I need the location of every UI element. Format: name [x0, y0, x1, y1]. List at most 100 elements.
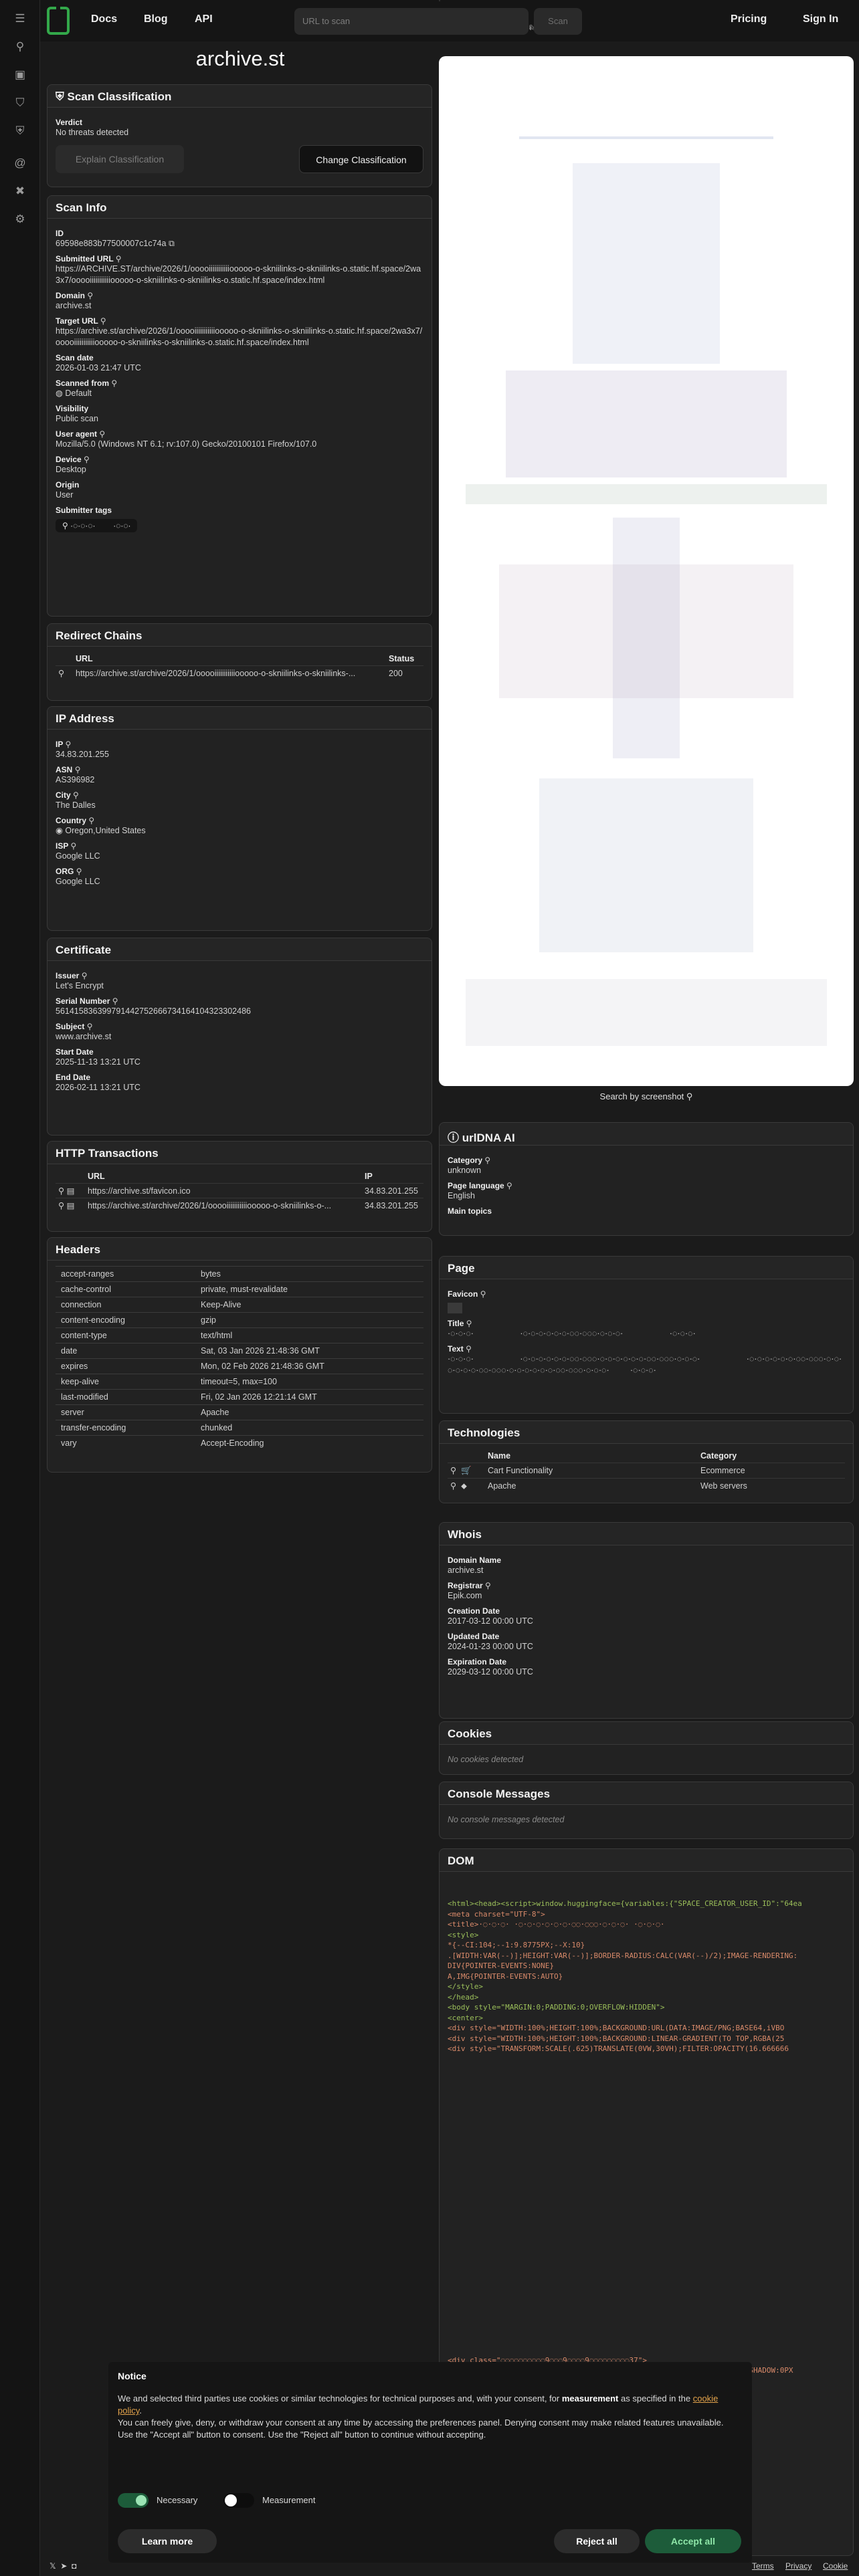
measurement-toggle[interactable]: [223, 2493, 254, 2508]
nav-pricing[interactable]: Pricing: [731, 13, 767, 25]
device-value: Desktop: [56, 465, 86, 474]
telegram-icon[interactable]: ➤: [60, 2561, 67, 2571]
dom-line: <center>: [448, 2013, 483, 2022]
at-sign-icon[interactable]: @: [12, 155, 28, 171]
nav-signin[interactable]: Sign In: [803, 13, 838, 25]
subject-value: www.archive.st: [56, 1032, 112, 1041]
nav-api[interactable]: API: [195, 13, 213, 25]
redirect-url[interactable]: https://archive.st/archive/2026/1/ooooii…: [73, 665, 386, 680]
ip-address-header: IP Address: [47, 707, 432, 730]
domain-name-value: archive.st: [448, 1566, 484, 1575]
whois-card: Whois Domain Name archive.st Registrar ⚲…: [439, 1522, 854, 1719]
header-key: content-type: [56, 1327, 195, 1344]
search-icon[interactable]: ⚲: [56, 665, 73, 680]
page-screenshot[interactable]: [439, 56, 854, 1086]
search-icon[interactable]: ⚲: [58, 1201, 64, 1210]
asn-value: AS396982: [56, 775, 95, 784]
urldna-logo[interactable]: [47, 7, 70, 35]
redirect-chains-table: URL Status ⚲ https://archive.st/archive/2…: [56, 652, 423, 680]
target-url-label: Target URL ⚲: [56, 316, 106, 326]
console-messages-card: Console Messages No console messages det…: [439, 1782, 854, 1839]
nav-docs[interactable]: Docs: [91, 13, 117, 25]
scanned-from-value: ◍ Default: [56, 389, 92, 398]
serial-value: 5614158363997914427526667341641043233024…: [56, 1006, 251, 1016]
search-icon[interactable]: ⚲: [450, 1481, 456, 1491]
search-icon[interactable]: ⚲: [58, 1186, 64, 1196]
reject-all-button[interactable]: Reject all: [554, 2529, 640, 2553]
x-icon[interactable]: 𝕏: [50, 2561, 56, 2571]
url-search-input[interactable]: URL to scan ◐ ✎: [294, 8, 536, 35]
origin-label: Origin: [56, 480, 80, 490]
social-icons[interactable]: 𝕏 ➤ ◘: [50, 2561, 76, 2571]
dom-line: <style>: [448, 1930, 479, 1939]
settings-icon[interactable]: ⚙: [12, 211, 28, 227]
redirect-chains-header: Redirect Chains: [47, 624, 432, 647]
search-icon: ⚲: [112, 996, 118, 1006]
header-value: text/html: [195, 1327, 423, 1344]
ip-address-card: IP Address IP ⚲ 34.83.201.255 ASN ⚲ AS39…: [47, 706, 432, 931]
transaction-url[interactable]: https://archive.st/archive/2026/1/ooooii…: [85, 1198, 362, 1212]
copy-icon[interactable]: ⧉: [169, 239, 175, 248]
search-icon[interactable]: ⚲: [62, 521, 68, 530]
search-icon: ⚲: [506, 1181, 512, 1190]
search-icon[interactable]: ⚲: [12, 39, 28, 55]
change-classification-button[interactable]: Change Classification: [299, 145, 423, 173]
page-header: Page: [440, 1257, 853, 1279]
tag[interactable]: ·◌·◌·◌·: [70, 521, 95, 530]
http-transactions-table: URL IP ⚲ ▤ https://archive.st/favicon.ico…: [56, 1170, 423, 1212]
dom-line: <body style="MARGIN:0;PADDING:0;OVERFLOW…: [448, 2003, 665, 2012]
mastodon-icon[interactable]: ◘: [72, 2561, 76, 2571]
necessary-toggle[interactable]: [118, 2493, 149, 2508]
explain-classification-button[interactable]: Explain Classification: [56, 145, 184, 173]
dom-line: DIV{POINTER-EVENTS:NONE}: [448, 1961, 554, 1970]
page-title: archive.st: [195, 47, 285, 70]
redirect-status: 200: [386, 665, 423, 680]
scan-button[interactable]: Scan: [534, 8, 582, 35]
header-row: content-type text/html: [56, 1327, 423, 1344]
main-topics-label: Main topics: [448, 1206, 492, 1216]
cookie-notice-text: We and selected third parties use cookie…: [118, 2393, 719, 2416]
inbox-icon[interactable]: ▣: [12, 67, 28, 83]
scan-id-value: 69598e883b77500007c1c74a ⧉: [56, 239, 175, 248]
header-row: server Apache: [56, 1404, 423, 1420]
issuer-label: Issuer ⚲: [56, 971, 88, 980]
view-icon[interactable]: ▤: [67, 1186, 75, 1196]
search-icon: ⚲: [74, 765, 81, 774]
search-icon: ⚲: [466, 1319, 472, 1328]
accept-all-button[interactable]: Accept all: [645, 2529, 741, 2553]
tag[interactable]: ·◌·◌·: [113, 521, 130, 530]
search-by-screenshot-link[interactable]: Search by screenshot ⚲: [439, 1091, 854, 1102]
verdict-label: Verdict: [56, 118, 83, 127]
scan-classification-card: ⛨ Scan Classification Verdict No threats…: [47, 84, 432, 187]
footer-privacy-link[interactable]: Privacy: [785, 2561, 812, 2571]
console-messages-header: Console Messages: [440, 1782, 853, 1805]
shield-icon: ⛨: [56, 90, 68, 103]
header-key: transfer-encoding: [56, 1420, 195, 1436]
side-rail: ☰ ⚲ ▣ ⛉ ⛨ @ ✖ ⚙: [0, 0, 40, 2576]
domain-label: Domain ⚲: [56, 291, 94, 300]
search-icon: ⚲: [84, 455, 90, 464]
nav-blog[interactable]: Blog: [144, 13, 168, 25]
search-placeholder: URL to scan: [302, 16, 351, 26]
header-row: expires Mon, 02 Feb 2026 21:48:36 GMT: [56, 1358, 423, 1374]
search-icon[interactable]: ⚲: [450, 1466, 456, 1475]
shield-icon[interactable]: ⛨: [12, 123, 28, 139]
transaction-url[interactable]: https://archive.st/favicon.ico: [85, 1183, 362, 1198]
learn-more-button[interactable]: Learn more: [118, 2529, 217, 2553]
footer-cookie-link[interactable]: Cookie: [823, 2561, 848, 2571]
menu-icon[interactable]: ☰: [12, 11, 28, 27]
search-icon: ⚲: [100, 316, 106, 326]
tools-icon[interactable]: ✖: [12, 183, 28, 199]
shield-check-icon[interactable]: ⛉: [12, 95, 28, 111]
table-row: ⚲ https://archive.st/archive/2026/1/oooo…: [56, 665, 423, 680]
user-agent-label: User agent ⚲: [56, 429, 106, 439]
start-date-label: Start Date: [56, 1047, 94, 1057]
view-icon[interactable]: ▤: [67, 1201, 75, 1210]
footer-terms-link[interactable]: Terms: [752, 2561, 774, 2571]
creation-date-label: Creation Date: [448, 1606, 500, 1616]
cart-icon: 🛒: [461, 1466, 472, 1475]
header-value: Sat, 03 Jan 2026 21:48:36 GMT: [195, 1343, 423, 1359]
necessary-label: Necessary: [157, 2495, 198, 2505]
header-value: bytes: [195, 1266, 423, 1282]
scan-date-value: 2026-01-03 21:47 UTC: [56, 363, 141, 372]
